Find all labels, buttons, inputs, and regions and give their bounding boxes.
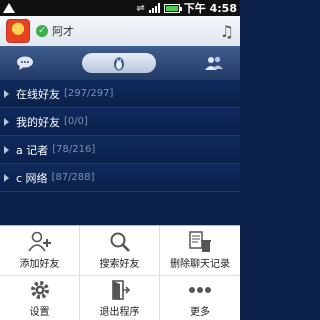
more-button[interactable]: 更多 (160, 276, 240, 320)
exit-icon (111, 279, 130, 300)
music-icon[interactable]: ♫ (220, 22, 234, 41)
add-user-icon (27, 231, 51, 252)
group-count: [78/216] (52, 144, 96, 155)
group-name: 在线好友 (16, 87, 60, 101)
group-count: [297/297] (64, 88, 114, 99)
menu-label: 退出程序 (99, 306, 140, 318)
nickname: 阿才 (52, 25, 74, 38)
search-friend-button[interactable]: 搜索好友 (80, 226, 160, 276)
group-name: c 网络 (16, 171, 48, 185)
search-icon (110, 232, 130, 252)
usb-icon: ⇌ (136, 2, 145, 14)
signal-icon (148, 3, 160, 13)
tab-groups[interactable] (204, 55, 224, 71)
group-users-icon (205, 56, 223, 70)
exit-program-button[interactable]: 退出程序 (80, 276, 160, 320)
group-my-friends[interactable]: 我的好友 [0/0] (0, 108, 240, 136)
menu-label: 设置 (29, 306, 50, 318)
friend-group-list: 在线好友 [297/297] 我的好友 [0/0] a 记者 [78/216] … (0, 80, 240, 225)
group-online-friends[interactable]: 在线好友 [297/297] (0, 80, 240, 108)
warning-icon (3, 3, 15, 13)
group-reporters[interactable]: a 记者 [78/216] (0, 136, 240, 164)
delete-chat-history-button[interactable]: 删除聊天记录 (160, 226, 240, 276)
status-bar: ⇌ 下午 4:58 (0, 0, 240, 16)
tab-contacts[interactable] (82, 53, 156, 73)
menu-label: 删除聊天记录 (170, 259, 230, 270)
group-network[interactable]: c 网络 [87/288] (0, 164, 240, 192)
menu-label: 搜索好友 (99, 259, 140, 270)
online-status-icon: ✓ (36, 25, 48, 37)
penguin-icon (114, 57, 124, 71)
add-friend-button[interactable]: 添加好友 (0, 226, 80, 276)
status-time: 下午 4:58 (183, 2, 237, 15)
battery-icon (163, 3, 182, 13)
chat-bubble-icon (17, 56, 33, 70)
group-name: a 记者 (16, 143, 49, 157)
settings-button[interactable]: 设置 (0, 276, 80, 320)
settings-icon (30, 280, 49, 299)
tab-messages[interactable] (16, 56, 34, 70)
more-icon (189, 286, 211, 293)
avatar[interactable] (6, 19, 30, 43)
group-count: [87/288] (51, 172, 95, 183)
group-count: [0/0] (64, 116, 88, 127)
delete-record-icon (189, 231, 211, 252)
group-name: 我的好友 (16, 115, 60, 129)
profile-header: ✓ 阿才 ♫ (0, 16, 240, 46)
menu-label: 添加好友 (19, 259, 60, 270)
tab-bar (0, 46, 240, 80)
options-menu: 添加好友 搜索好友 删除聊天记录 设置 退出程序 更多 (0, 225, 240, 320)
menu-label: 更多 (190, 306, 210, 318)
